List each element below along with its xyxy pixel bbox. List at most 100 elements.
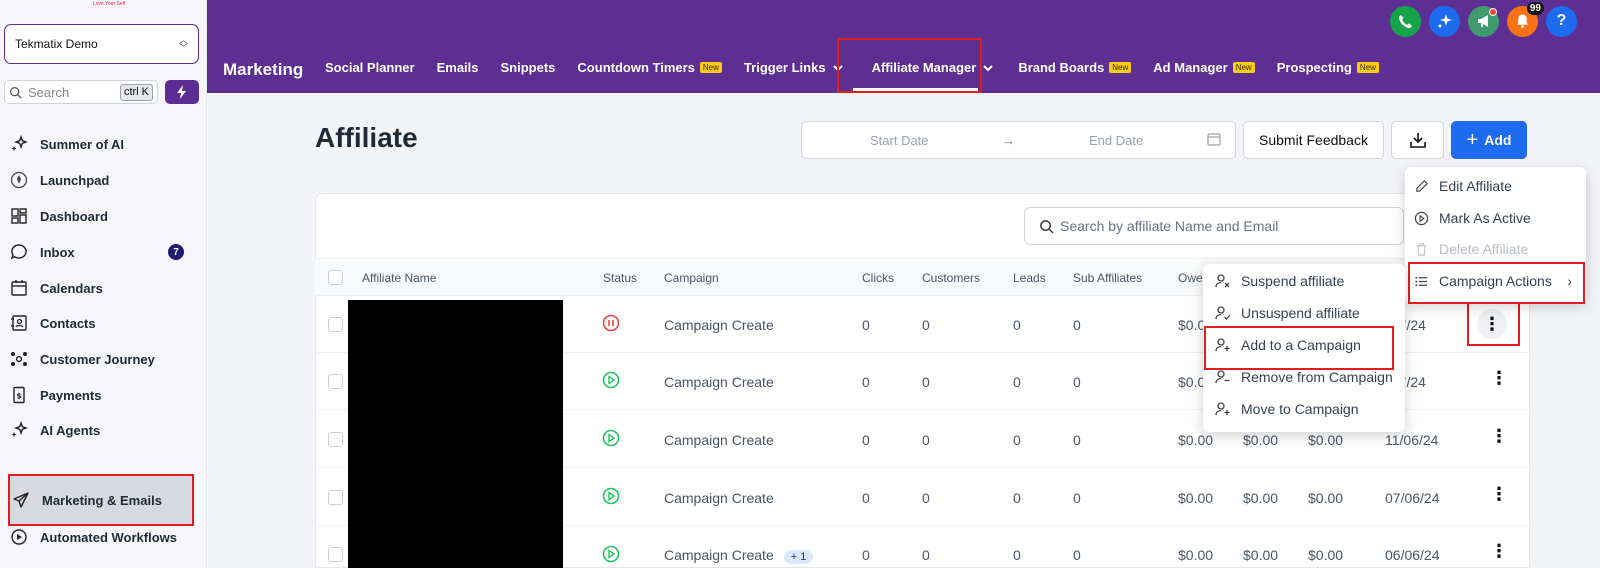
amount-cell: $0.00 [1308, 432, 1344, 448]
sidebar-search[interactable]: Search ctrl K [4, 80, 158, 104]
campaign-cell[interactable]: Campaign Create [664, 374, 774, 390]
menu-edit-affiliate[interactable]: Edit Affiliate [1405, 170, 1512, 202]
col-clicks[interactable]: Clicks [862, 271, 894, 285]
quick-action-button[interactable] [165, 80, 199, 104]
row-checkbox[interactable] [328, 432, 343, 447]
campaign-cell[interactable]: Campaign Create [664, 490, 774, 506]
tab-trigger-links[interactable]: Trigger Links [744, 60, 844, 75]
payments-icon: $ [13, 386, 25, 404]
announcement-dot [1489, 7, 1497, 16]
help-icon: ? [1556, 12, 1567, 29]
menu-unsuspend-affiliate[interactable]: Unsuspend affiliate [1203, 297, 1360, 329]
clicks-cell: 0 [862, 547, 870, 563]
table-search-input[interactable]: Search by affiliate Name and Email [1024, 207, 1404, 245]
row-checkbox[interactable] [328, 317, 343, 332]
row-actions-button[interactable]: ⋮ [1490, 542, 1508, 560]
user-minus-icon [1215, 370, 1230, 384]
download-button[interactable] [1391, 121, 1444, 159]
tab-snippets[interactable]: Snippets [501, 60, 556, 75]
journey-icon [11, 352, 27, 366]
sidebar-item-dashboard[interactable]: Dashboard [8, 200, 194, 232]
page-title: Affiliate [315, 122, 418, 153]
menu-move-to-campaign[interactable]: Move to Campaign [1203, 393, 1359, 425]
row-checkbox[interactable] [328, 374, 343, 389]
row-checkbox[interactable] [328, 490, 343, 505]
plus-icon: + [1466, 128, 1479, 151]
menu-delete-affiliate[interactable]: Delete Affiliate [1405, 233, 1528, 265]
add-button[interactable]: + Add [1451, 121, 1527, 159]
phone-button[interactable] [1390, 5, 1421, 37]
select-all-checkbox[interactable] [328, 270, 343, 285]
bolt-icon [177, 85, 186, 99]
tab-label: Prospecting [1276, 60, 1352, 75]
svg-text:$: $ [16, 392, 22, 401]
leads-cell: 0 [1013, 432, 1021, 448]
sub-affiliates-cell: 0 [1073, 490, 1081, 506]
col-status[interactable]: Status [603, 271, 637, 285]
tab-brand-boards[interactable]: Brand Boards New [1018, 60, 1132, 75]
ai-assist-button[interactable] [1429, 5, 1460, 37]
download-icon [1409, 133, 1426, 148]
help-button[interactable]: ? [1546, 5, 1577, 37]
campaign-cell[interactable]: Campaign Create [664, 432, 774, 448]
new-badge: New [1232, 62, 1255, 73]
sidebar-item-automated-workflows[interactable]: Automated Workflows [8, 521, 194, 553]
tab-social-planner[interactable]: Social Planner [325, 60, 415, 75]
announcements-button[interactable] [1468, 5, 1499, 37]
row-actions-button[interactable]: ⋮ [1490, 369, 1508, 387]
campaign-cell[interactable]: Campaign Create [664, 317, 774, 333]
row-checkbox[interactable] [328, 547, 343, 562]
campaign-cell[interactable]: Campaign Create + 1 [664, 547, 814, 564]
amount-cell: $0.00 [1308, 490, 1344, 506]
redacted-affiliate-names [348, 300, 563, 568]
sidebar-item-calendars[interactable]: Calendars [8, 272, 194, 304]
active-status-icon [602, 371, 620, 389]
tab-prospecting[interactable]: Prospecting New [1277, 60, 1379, 75]
clicks-cell: 0 [862, 374, 870, 390]
leads-cell: 0 [1013, 547, 1021, 563]
sparkle-icon [11, 421, 28, 437]
submit-feedback-button[interactable]: Submit Feedback [1243, 121, 1384, 159]
col-affiliate-name[interactable]: Affiliate Name [362, 271, 436, 285]
search-shortcut: ctrl K [119, 83, 153, 101]
sparkle-icon [11, 135, 28, 151]
tab-label: Countdown Timers [577, 60, 695, 75]
dashboard-icon [11, 208, 27, 224]
menu-item-label: Unsuspend affiliate [1241, 305, 1360, 321]
owed-cell: $0.00 [1178, 547, 1214, 563]
more-campaigns-badge[interactable]: + 1 [783, 550, 814, 564]
tab-emails[interactable]: Emails [437, 60, 479, 75]
menu-mark-as-active[interactable]: Mark As Active [1405, 202, 1531, 234]
sidebar-item-payments[interactable]: $ Payments [8, 379, 194, 411]
row-actions-button[interactable]: ⋮ [1490, 427, 1508, 445]
logo[interactable]: Love Your Self [88, 0, 130, 8]
phone-icon [1398, 14, 1413, 28]
col-campaign[interactable]: Campaign [664, 271, 719, 285]
col-sub-affiliates[interactable]: Sub Affiliates [1073, 271, 1142, 285]
notifications-button[interactable]: 99 [1507, 1, 1544, 37]
owed-cell: $0.0 [1178, 374, 1206, 390]
rocket-icon [10, 171, 28, 189]
sidebar-item-inbox[interactable]: Inbox 7 [8, 236, 194, 268]
account-switcher[interactable]: Tekmatix Demo ︿ ﹀ [4, 24, 199, 64]
app-root: Love Your Self Tekmatix Demo ︿ ﹀ Search c… [0, 0, 1600, 568]
sidebar-item-customer-journey[interactable]: Customer Journey [8, 343, 194, 375]
row-actions-button[interactable]: ⋮ [1490, 485, 1508, 503]
leads-cell: 0 [1013, 317, 1021, 333]
sidebar-item-label: Payments [40, 387, 102, 403]
sidebar-item-launchpad[interactable]: Launchpad [8, 164, 194, 196]
tab-label: Snippets [500, 60, 556, 75]
date-range-picker[interactable]: Start Date → End Date [801, 121, 1236, 159]
tab-countdown-timers[interactable]: Countdown Timers New [577, 60, 722, 75]
tab-ad-manager[interactable]: Ad Manager New [1153, 60, 1255, 75]
date-cell: 11/06/24 [1385, 432, 1439, 448]
sidebar-item-contacts[interactable]: Contacts [8, 307, 194, 339]
table-search-placeholder: Search by affiliate Name and Email [1060, 218, 1279, 234]
sidebar-item-ai-agents[interactable]: AI Agents [8, 414, 194, 446]
menu-suspend-affiliate[interactable]: Suspend affiliate [1203, 265, 1344, 297]
col-customers[interactable]: Customers [922, 271, 980, 285]
col-leads[interactable]: Leads [1013, 271, 1046, 285]
amount-cell: $0.00 [1243, 432, 1279, 448]
sidebar-item-marketing-emails[interactable]: Marketing & Emails [8, 474, 194, 526]
sidebar-item-summer-of-ai[interactable]: Summer of AI [8, 128, 194, 160]
